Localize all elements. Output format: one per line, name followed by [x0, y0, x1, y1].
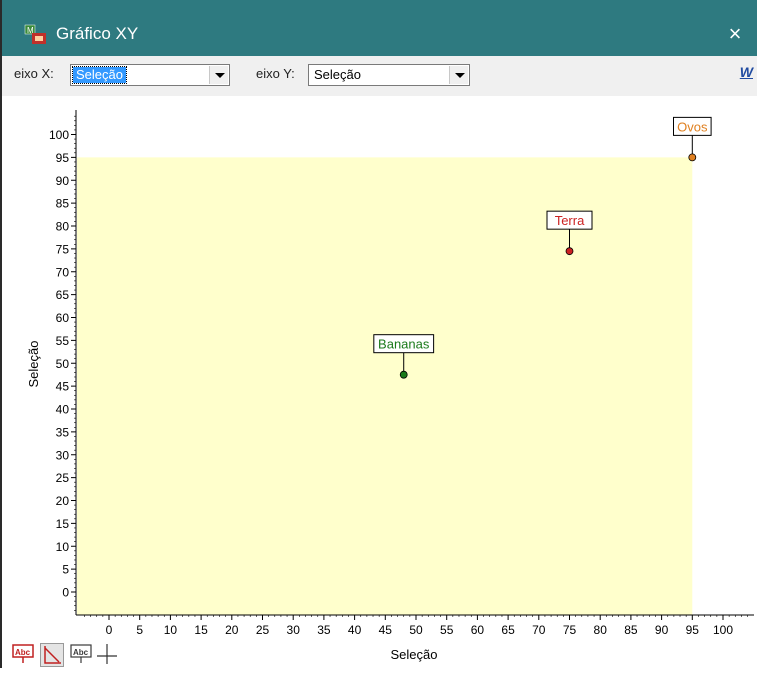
x-tick-label: 15 — [194, 623, 208, 637]
y-tick-label: 70 — [56, 265, 70, 279]
label-box-icon[interactable]: Abc — [70, 643, 92, 665]
y-tick-label: 15 — [56, 517, 70, 531]
chart-area: 0 5 10 15 20 25 30 35 40 45 50 55 60 65 70 75 80 85 90 95 10… — [2, 96, 757, 668]
y-axis-label: eixo Y: — [256, 66, 295, 81]
y-tick-label: 100 — [49, 128, 69, 142]
x-tick-label: 10 — [164, 623, 178, 637]
y-tick-label: 45 — [56, 380, 70, 394]
x-tick-label: 95 — [686, 623, 700, 637]
y-tick-label: 50 — [56, 357, 70, 371]
x-tick-label: 50 — [409, 623, 423, 637]
y-axis-select[interactable]: Seleção — [308, 64, 470, 86]
x-tick-label: 65 — [501, 623, 515, 637]
x-tick-label: 70 — [532, 623, 546, 637]
x-tick-label: 85 — [624, 623, 638, 637]
x-tick-label: 20 — [225, 623, 239, 637]
x-tick-label: 0 — [106, 623, 113, 637]
title-bar: M Gráfico XY × — [2, 0, 757, 56]
app-icon: M — [24, 24, 46, 44]
xy-chart-window: M Gráfico XY × eixo X: Seleção eixo Y: S… — [0, 0, 757, 668]
x-tick-label: 90 — [655, 623, 669, 637]
point-marker — [399, 370, 408, 379]
x-tick-label: 55 — [440, 623, 454, 637]
y-axis-select-value: Seleção — [314, 67, 361, 82]
highlight-region — [77, 157, 693, 615]
y-tick-label: 90 — [56, 174, 70, 188]
point-label: Ovos — [677, 119, 708, 134]
point-marker — [688, 153, 697, 162]
label-points-icon[interactable]: Abc — [12, 643, 34, 665]
x-tick-label: 75 — [563, 623, 577, 637]
point-marker — [565, 247, 574, 256]
x-axis-select[interactable]: Seleção — [70, 64, 230, 86]
x-axis-title: Seleção — [391, 647, 438, 662]
x-tick-label: 45 — [379, 623, 393, 637]
x-tick-label: 100 — [713, 623, 733, 637]
y-tick-label: 35 — [56, 425, 70, 439]
y-tick-label: 25 — [56, 471, 70, 485]
x-tick-label: 35 — [317, 623, 331, 637]
chevron-down-icon[interactable] — [209, 66, 228, 84]
line-chart-icon[interactable] — [40, 643, 64, 667]
y-tick-label: 80 — [56, 220, 70, 234]
y-tick-label: 65 — [56, 288, 70, 302]
y-tick-label: 40 — [56, 403, 70, 417]
x-tick-label: 25 — [256, 623, 270, 637]
x-tick-label: 30 — [287, 623, 301, 637]
point-label: Bananas — [378, 337, 430, 352]
data-point-ovos[interactable]: Ovos — [673, 116, 712, 162]
chevron-down-icon[interactable] — [449, 66, 468, 84]
w-button[interactable]: W — [740, 64, 753, 80]
y-tick-label: 60 — [56, 311, 70, 325]
y-tick-label: 10 — [56, 540, 70, 554]
x-tick-label: 60 — [471, 623, 485, 637]
svg-text:Abc: Abc — [73, 648, 89, 657]
y-tick-label: 30 — [56, 448, 70, 462]
y-tick-label: 85 — [56, 197, 70, 211]
window-title: Gráfico XY — [56, 24, 139, 43]
x-axis-ticks: 0 5 10 15 20 25 30 35 40 45 50 55 60 65 70 75 80 85 90 95 10… — [84, 615, 748, 637]
y-tick-label: 0 — [62, 586, 69, 600]
y-axis-ticks: 0 5 10 15 20 25 30 35 40 45 50 55 60 65 70 75 80 85 90 95 10… — [49, 115, 76, 611]
x-axis-label: eixo X: — [14, 66, 54, 81]
x-axis-select-value: Seleção — [72, 66, 127, 84]
xy-chart: 0510152025303540455055606570758085909510… — [26, 110, 754, 662]
y-tick-label: 55 — [56, 334, 70, 348]
x-tick-label: 5 — [136, 623, 143, 637]
y-tick-label: 20 — [56, 494, 70, 508]
close-button[interactable]: × — [721, 20, 749, 48]
svg-text:Abc: Abc — [15, 648, 31, 657]
y-tick-label: 75 — [56, 242, 70, 256]
y-tick-label: 5 — [62, 563, 69, 577]
point-label: Terra — [555, 213, 585, 228]
y-axis-title: Seleção — [26, 341, 41, 388]
y-tick-label: 95 — [56, 151, 70, 165]
x-tick-label: 80 — [594, 623, 608, 637]
x-tick-label: 40 — [348, 623, 362, 637]
crosshair-icon[interactable] — [96, 643, 118, 665]
